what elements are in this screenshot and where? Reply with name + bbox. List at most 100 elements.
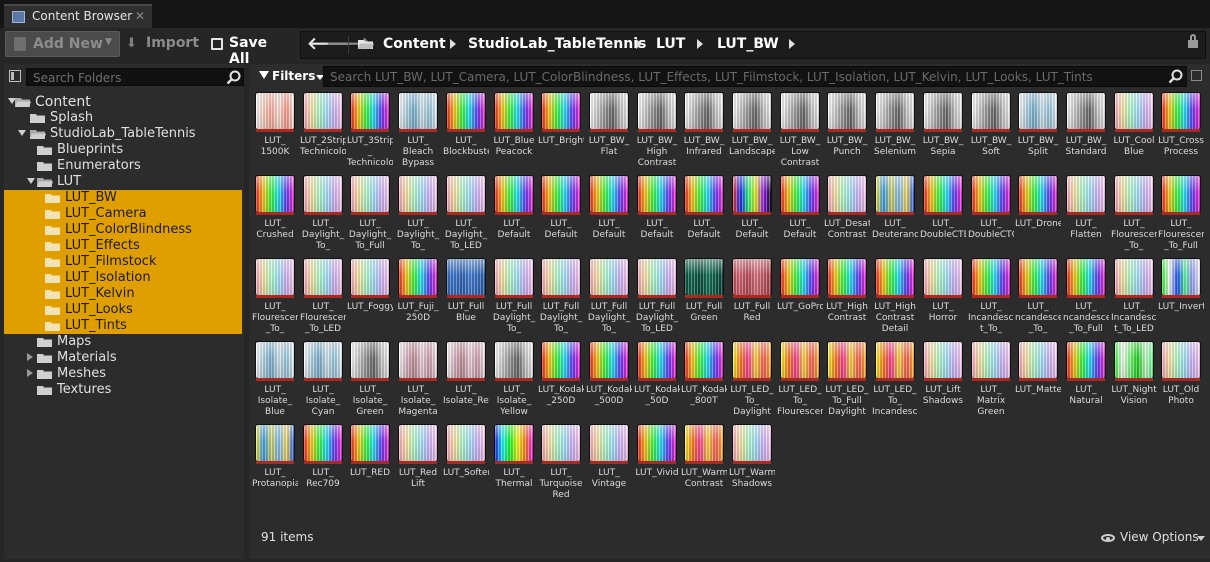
asset-tile[interactable]: LUT_Matte: [1015, 341, 1062, 421]
asset-tile[interactable]: LUT_ Isolate_ Magenta: [398, 341, 442, 421]
asset-tile[interactable]: LUT_Vivid: [635, 424, 681, 504]
tab-content-browser[interactable]: Content Browser ✕: [4, 4, 152, 28]
tree-item[interactable]: Maps: [4, 334, 242, 350]
expand-arrow-open-icon[interactable]: [27, 178, 35, 184]
asset-tile[interactable]: LUT_Full Daylight_ To_: [493, 258, 538, 338]
asset-tile[interactable]: LUT_ Default: [684, 175, 728, 255]
asset-tile[interactable]: LUT_ DoubleCTO: [968, 175, 1015, 255]
asset-tile[interactable]: LUT_ 1500K: [255, 92, 299, 172]
asset-tile[interactable]: LUT_ Default: [637, 175, 681, 255]
asset-tile[interactable]: LUT_LED_ To_ Daylight: [730, 341, 776, 421]
asset-tile[interactable]: LUT_ Isolate_ Cyan: [303, 341, 347, 421]
asset-tile[interactable]: LUT_Night Vision: [1111, 341, 1158, 421]
asset-tile[interactable]: LUT_ Vintage: [589, 424, 633, 504]
expand-arrow-closed-icon[interactable]: [27, 369, 33, 377]
asset-tile[interactable]: LUT_Blue Peacock: [493, 92, 538, 172]
asset-tile[interactable]: LUT_Warm Contrast: [681, 424, 728, 504]
asset-tile[interactable]: LUT_High Contrast Detail: [874, 258, 919, 338]
asset-tile[interactable]: LUT_ Deuteranopia: [872, 175, 919, 255]
asset-tile[interactable]: LUT_RED: [350, 424, 394, 504]
asset-tile[interactable]: LUT_ Isolate_ Yellow: [494, 341, 538, 421]
asset-tile[interactable]: LUT_ Default: [732, 175, 776, 255]
asset-tile[interactable]: LUT_ Daylight_ To_LED: [445, 175, 490, 255]
asset-tile[interactable]: LUT_BW_ Selenium: [874, 92, 919, 172]
asset-tile[interactable]: LUT_High Contrast: [826, 258, 871, 338]
asset-tile[interactable]: LUT_ Daylight_ To_: [397, 175, 442, 255]
add-new-button[interactable]: Add New ▼: [5, 31, 120, 57]
asset-tile[interactable]: LUT_ Incandescen t_To_LED: [1111, 258, 1158, 338]
asset-tile[interactable]: LUT_BW_ Split: [1018, 92, 1062, 172]
tree-item[interactable]: LUT: [4, 174, 242, 190]
asset-tile[interactable]: LUT_ Flourescent _To_LED: [300, 258, 347, 338]
close-icon[interactable]: ✕: [135, 9, 145, 23]
chevron-right-icon[interactable]: [636, 39, 642, 49]
tree-item[interactable]: Blueprints: [4, 142, 242, 158]
tree-item[interactable]: LUT_Effects: [4, 238, 242, 254]
asset-tile[interactable]: LUT_Full Daylight_ To_: [540, 258, 585, 338]
asset-tile[interactable]: LUT_Soften: [443, 424, 490, 504]
asset-tile[interactable]: LUT_ Isolate_ Green: [350, 341, 394, 421]
asset-tile[interactable]: LUT_Old Photo: [1161, 341, 1205, 421]
asset-tile[interactable]: LUT_Bright: [538, 92, 585, 172]
asset-tile[interactable]: LUT_ Matrix Green: [971, 341, 1015, 421]
asset-tile[interactable]: LUT_Drone: [1015, 175, 1062, 255]
asset-tile[interactable]: LUT_ DoubleCTB: [920, 175, 967, 255]
asset-tile[interactable]: LUT_ Thermal: [494, 424, 538, 504]
asset-tile[interactable]: LUT_ Default: [541, 175, 585, 255]
chevron-right-icon[interactable]: [697, 39, 703, 49]
asset-tile[interactable]: LUT_Cool Blue: [1114, 92, 1158, 172]
asset-tile[interactable]: LUT_Foggy: [347, 258, 394, 338]
asset-tile[interactable]: LUT_BW_ Landscape: [729, 92, 776, 172]
asset-tile[interactable]: LUT_ Default: [780, 175, 824, 255]
asset-tile[interactable]: LUT_ Flatten: [1066, 175, 1110, 255]
asset-tile[interactable]: LUT_Lift Shadows: [923, 341, 967, 421]
tree-item[interactable]: Textures: [4, 382, 242, 398]
asset-tile[interactable]: LUT_Kodak _800T: [681, 341, 728, 421]
asset-tile[interactable]: LUT_2Strip Technicolor: [300, 92, 347, 172]
asset-tile[interactable]: LUT_LED_ To_Full Daylight: [825, 341, 871, 421]
breadcrumb-content[interactable]: Content: [383, 36, 446, 52]
tree-item[interactable]: Meshes: [4, 366, 242, 382]
breadcrumb-studiolab[interactable]: StudioLab_TableTennis: [468, 36, 646, 52]
breadcrumb-lut[interactable]: LUT: [656, 36, 685, 52]
asset-tile[interactable]: LUT_BW_ Punch: [827, 92, 871, 172]
asset-tile[interactable]: LUT_3Strip _ Technicolor: [347, 92, 394, 172]
tree-item[interactable]: LUT_Kelvin: [4, 286, 242, 302]
tree-item[interactable]: LUT_ColorBlindness: [4, 222, 242, 238]
search-folders-input[interactable]: Search Folders: [26, 68, 244, 86]
expand-arrow-closed-icon[interactable]: [27, 353, 33, 361]
filters-button[interactable]: Filters: [257, 68, 324, 86]
asset-tile[interactable]: LUT_Warm Shadows: [729, 424, 776, 504]
asset-tile[interactable]: LUT_Red Lift: [398, 424, 442, 504]
asset-tile[interactable]: LUT_Full Green: [684, 258, 728, 338]
expand-arrow-open-icon[interactable]: [18, 130, 26, 136]
asset-tile[interactable]: LUT_LED_ To_ Flourescent: [777, 341, 824, 421]
asset-tile[interactable]: LUT_ Bleach Bypass: [398, 92, 442, 172]
asset-tile[interactable]: LUT_ Horror: [923, 258, 967, 338]
asset-tile[interactable]: LUT_ Incandescen t_To_: [968, 258, 1015, 338]
asset-tile[interactable]: LUT_Full Blue: [446, 258, 490, 338]
asset-tile[interactable]: LUT_Kodak _250D: [538, 341, 585, 421]
asset-tile[interactable]: LUT_ Daylight_ To_Full: [349, 175, 394, 255]
tree-item[interactable]: LUT_BW: [4, 190, 242, 206]
asset-tile[interactable]: LUT_Full Red: [732, 258, 776, 338]
tree-item[interactable]: StudioLab_TableTennis: [4, 126, 242, 142]
tree-item[interactable]: LUT_Looks: [4, 302, 242, 318]
chevron-right-icon[interactable]: [450, 39, 456, 49]
asset-tile[interactable]: LUT_Kodak _500D: [586, 341, 633, 421]
tree-item[interactable]: LUT_Camera: [4, 206, 242, 222]
lock-icon[interactable]: [1188, 34, 1198, 48]
asset-tile[interactable]: LUT_BW_ Standard: [1066, 92, 1110, 172]
asset-tile[interactable]: LUT_ Protanopia: [252, 424, 299, 504]
asset-tile[interactable]: LUT_BW_ Sepia: [923, 92, 967, 172]
asset-tile[interactable]: LUT_Kodak _50D: [634, 341, 681, 421]
asset-tile[interactable]: LUT_ Crushed: [255, 175, 299, 255]
tree-item[interactable]: LUT_Filmstock: [4, 254, 242, 270]
asset-tile[interactable]: LUT_BW_ Low Contrast: [780, 92, 824, 172]
import-button[interactable]: ⬇ Import: [124, 32, 204, 56]
tree-item[interactable]: Materials: [4, 350, 242, 366]
search-assets-input[interactable]: Search LUT_BW, LUT_Camera, LUT_ColorBlin…: [323, 66, 1187, 87]
asset-tile[interactable]: LUT_Cross Process: [1158, 92, 1205, 172]
asset-tile[interactable]: LUT_ ncandescent _To_: [1015, 258, 1062, 338]
asset-tile[interactable]: LUT_ Default: [494, 175, 538, 255]
